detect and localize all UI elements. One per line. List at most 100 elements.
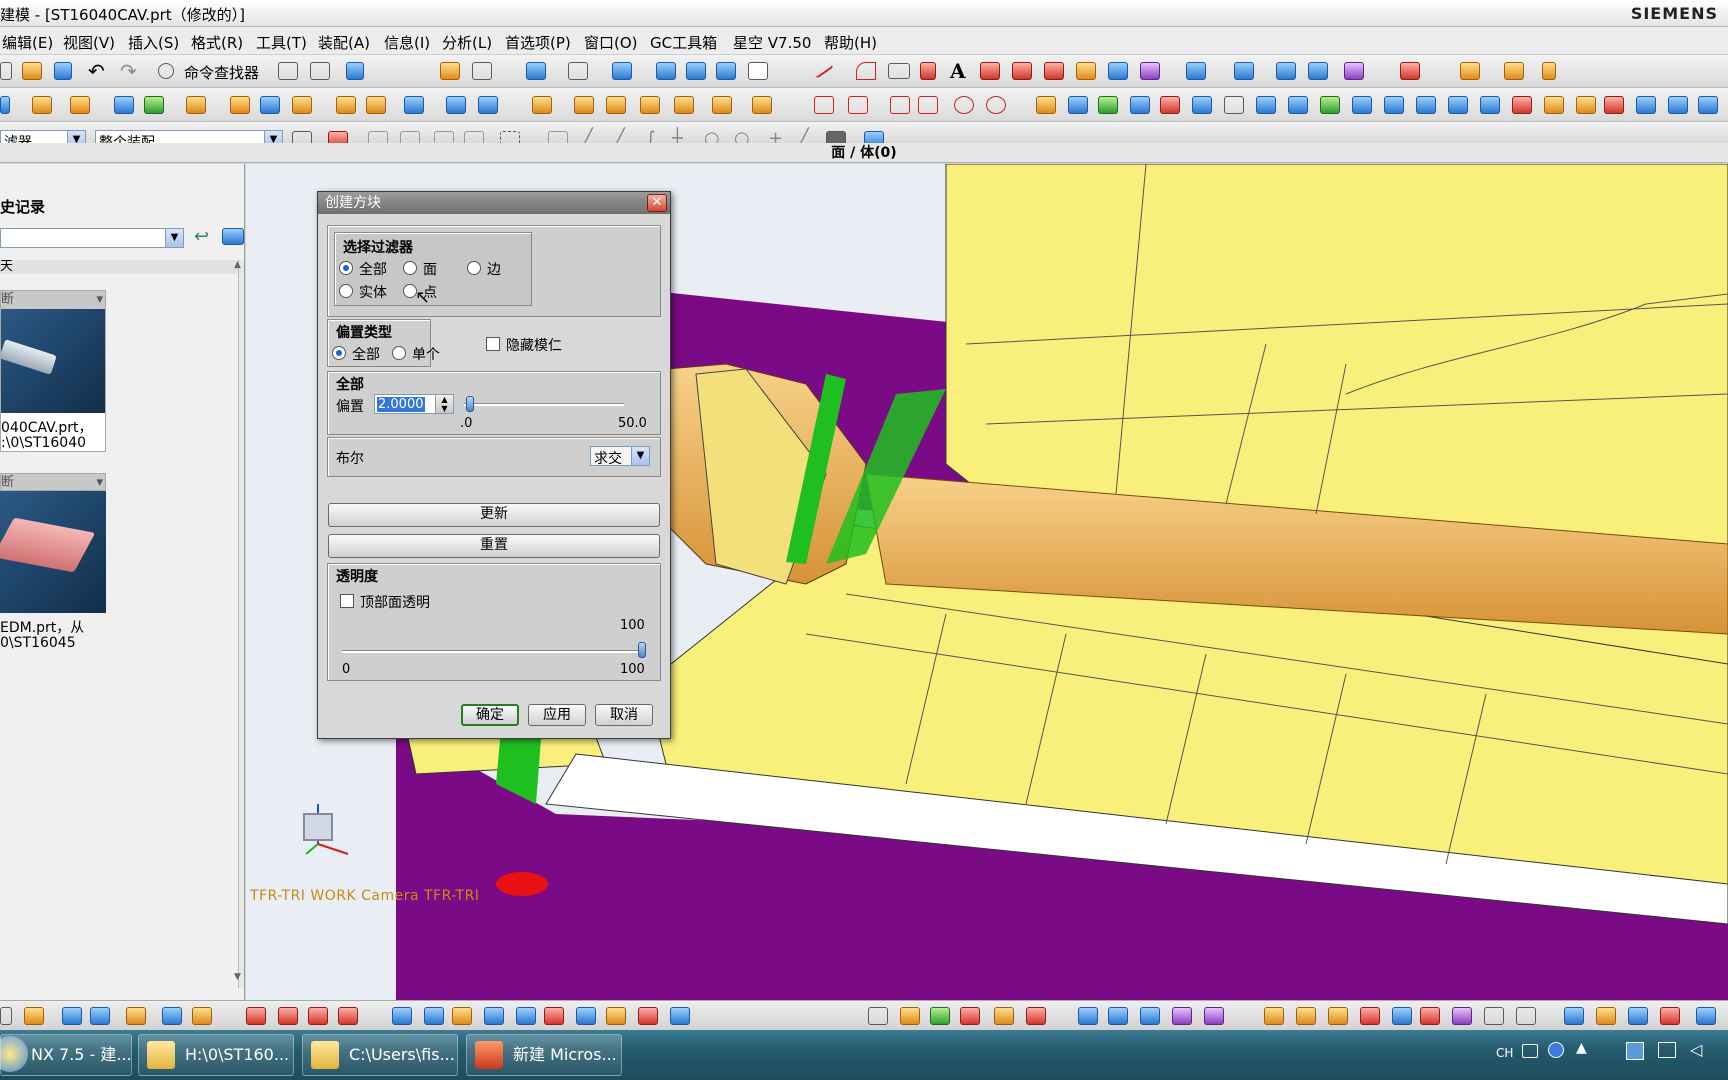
volume-icon[interactable]: ◁: [1690, 1040, 1702, 1059]
tool-icon[interactable]: [1420, 1007, 1440, 1025]
keyboard-icon[interactable]: [1522, 1044, 1538, 1058]
tool-icon[interactable]: [404, 96, 424, 114]
tool-icon[interactable]: [1544, 96, 1564, 114]
menu-assembly[interactable]: 装配(A): [318, 32, 370, 53]
tool-icon[interactable]: [1068, 96, 1088, 114]
open-folder-icon[interactable]: [22, 62, 42, 80]
view-icon[interactable]: [656, 62, 676, 80]
command-finder-button[interactable]: 命令查找器: [184, 62, 259, 83]
tool-icon[interactable]: [1504, 62, 1524, 80]
tool-icon[interactable]: [1628, 1007, 1648, 1025]
tool-icon[interactable]: [1160, 96, 1180, 114]
view-icon[interactable]: [716, 62, 736, 80]
arc-icon[interactable]: [856, 62, 876, 80]
tool-icon[interactable]: [478, 96, 498, 114]
tool-icon[interactable]: [930, 1007, 950, 1025]
boolean-select[interactable]: 求交 ▼: [590, 446, 650, 466]
tool-icon[interactable]: [424, 1007, 444, 1025]
tool-icon[interactable]: [670, 1007, 690, 1025]
tool-icon[interactable]: [1576, 96, 1596, 114]
language-indicator[interactable]: CH: [1496, 1046, 1513, 1060]
tool-icon[interactable]: [1604, 96, 1624, 114]
tool-icon[interactable]: [868, 1007, 888, 1025]
tool-icon[interactable]: [1484, 1007, 1504, 1025]
undo-icon[interactable]: ↶: [88, 59, 105, 83]
circle-icon[interactable]: [954, 96, 974, 114]
tool-icon[interactable]: [162, 1007, 182, 1025]
tool-icon[interactable]: [516, 1007, 536, 1025]
tool-icon[interactable]: [1352, 96, 1372, 114]
tool-icon[interactable]: [346, 62, 364, 80]
new-file-icon[interactable]: [0, 62, 12, 80]
network-icon[interactable]: [1658, 1042, 1676, 1058]
history-item-filter[interactable]: 断 ▾: [1, 291, 105, 309]
close-icon[interactable]: ✕: [647, 194, 667, 212]
apply-button[interactable]: 应用: [528, 704, 586, 726]
spinner-arrows-icon[interactable]: ▲ ▼: [435, 395, 453, 413]
tool-icon[interactable]: [1076, 62, 1096, 80]
menu-tools[interactable]: 工具(T): [256, 32, 307, 53]
transparency-slider-thumb[interactable]: [638, 642, 646, 658]
tool-icon[interactable]: [1360, 1007, 1380, 1025]
tool-icon[interactable]: [1192, 96, 1212, 114]
tool-icon[interactable]: [292, 96, 312, 114]
tool-icon[interactable]: [472, 62, 492, 80]
tool-icon[interactable]: [1204, 1007, 1224, 1025]
tool-icon[interactable]: [1416, 96, 1436, 114]
help-icon[interactable]: [1548, 1042, 1564, 1058]
tool-icon[interactable]: [576, 1007, 596, 1025]
tool-icon[interactable]: [338, 1007, 358, 1025]
tool-icon[interactable]: [1256, 96, 1276, 114]
tool-icon[interactable]: [1384, 96, 1404, 114]
rectangle-icon[interactable]: [888, 63, 910, 79]
tool-icon[interactable]: [1264, 1007, 1284, 1025]
filter-face-radio[interactable]: [403, 261, 417, 275]
tool-icon[interactable]: [230, 96, 250, 114]
filter-all-radio[interactable]: [339, 261, 353, 275]
redo-icon[interactable]: ↷: [120, 59, 137, 83]
tool-icon[interactable]: [1172, 1007, 1192, 1025]
taskbar-item-nx[interactable]: NX 7.5 - 建...: [0, 1034, 132, 1076]
tool-icon[interactable]: [126, 1007, 146, 1025]
tool-icon[interactable]: [366, 96, 386, 114]
menu-view[interactable]: 视图(V): [63, 32, 115, 53]
tool-icon[interactable]: [1452, 1007, 1472, 1025]
history-scrollbar[interactable]: [238, 260, 244, 988]
tool-icon[interactable]: [1108, 1007, 1128, 1025]
taskbar-item-powerpoint[interactable]: 新建 Micros...: [466, 1034, 622, 1076]
offset-slider-thumb[interactable]: [466, 396, 475, 412]
menu-xingkong[interactable]: 星空 V7.50: [733, 32, 811, 53]
back-arrow-icon[interactable]: ↩: [194, 226, 209, 247]
surface-icon[interactable]: [1186, 62, 1206, 80]
tool-icon[interactable]: [336, 96, 356, 114]
background-icon[interactable]: [748, 62, 768, 80]
tool-icon[interactable]: [310, 62, 330, 80]
tool-icon[interactable]: [814, 96, 834, 114]
tool-icon[interactable]: [1044, 62, 1064, 80]
tool-icon[interactable]: [1668, 96, 1688, 114]
tool-icon[interactable]: [246, 1007, 266, 1025]
menu-insert[interactable]: 插入(S): [128, 32, 179, 53]
tool-icon[interactable]: [186, 96, 206, 114]
tool-icon[interactable]: [1460, 62, 1480, 80]
tool-icon[interactable]: [918, 96, 938, 114]
menu-info[interactable]: 信息(I): [384, 32, 430, 53]
history-item[interactable]: 断 ▾ 040CAV.prt， :\0\ST16040: [0, 290, 106, 452]
tool-icon[interactable]: [1564, 1007, 1584, 1025]
text-icon[interactable]: A: [950, 59, 966, 83]
cancel-button[interactable]: 取消: [595, 704, 653, 726]
menu-format[interactable]: 格式(R): [191, 32, 243, 53]
tool-icon[interactable]: [278, 62, 298, 80]
tool-icon[interactable]: [606, 1007, 626, 1025]
top-face-transparent-checkbox[interactable]: [340, 594, 354, 608]
menu-edit[interactable]: 编辑(E): [2, 32, 53, 53]
tool-icon[interactable]: [452, 1007, 472, 1025]
tool-icon[interactable]: [260, 96, 280, 114]
tool-icon[interactable]: [900, 1007, 920, 1025]
tool-icon[interactable]: [1400, 62, 1420, 80]
tool-icon[interactable]: [1698, 96, 1718, 114]
tool-icon[interactable]: [1448, 96, 1468, 114]
tool-icon[interactable]: [0, 96, 10, 114]
tool-icon[interactable]: [1288, 96, 1308, 114]
assembly-icon[interactable]: [606, 96, 626, 114]
